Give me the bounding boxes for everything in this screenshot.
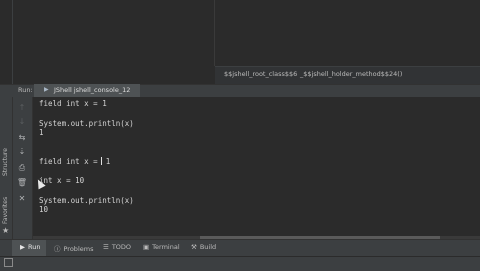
- star-icon: ★: [2, 226, 10, 235]
- breadcrumb-method[interactable]: _$$jshell_holder_method$$24(): [300, 70, 402, 78]
- soft-wrap-icon[interactable]: ⇆: [16, 132, 28, 144]
- close-icon[interactable]: ✕: [16, 193, 28, 205]
- console-line: int x = 10: [39, 176, 85, 185]
- sort-icon[interactable]: ⇣: [16, 146, 28, 158]
- editor-split-divider: [214, 0, 215, 66]
- tab-terminal[interactable]: ▣ Terminal: [143, 243, 180, 251]
- console-line: 10: [39, 205, 49, 214]
- list-icon: ☰: [103, 243, 109, 251]
- breadcrumb-separator: ›: [295, 70, 298, 78]
- console-icon: ▶: [44, 86, 49, 93]
- print-icon[interactable]: ⎙: [16, 162, 28, 174]
- status-bar: [0, 256, 480, 271]
- arrow-down-icon[interactable]: ↓: [16, 116, 28, 128]
- tab-todo-label: TODO: [111, 243, 132, 251]
- tab-problems[interactable]: ⓘ Problems: [54, 243, 93, 253]
- arrow-up-icon[interactable]: ↑: [16, 102, 28, 114]
- tab-jshell-console-label: JShell jshell_console_12: [54, 86, 131, 94]
- terminal-icon: ▣: [143, 243, 150, 251]
- tab-run-label: Run: [28, 243, 41, 251]
- play-icon: ▶: [20, 243, 25, 251]
- run-label: Run:: [18, 86, 33, 94]
- side-tab-structure[interactable]: Structure: [2, 148, 9, 176]
- console-line: System.out.println(x): [39, 196, 134, 205]
- side-tab-favorites[interactable]: Favorites: [2, 197, 9, 224]
- editor-gutter-divider: [12, 0, 13, 84]
- input-before-caret: field int x =: [39, 157, 103, 166]
- tab-run[interactable]: ▶ Run: [20, 243, 40, 251]
- breadcrumb-class[interactable]: $$jshell_root_class$$6: [224, 70, 297, 78]
- tab-problems-label: Problems: [63, 245, 94, 253]
- console-line: 1: [39, 128, 44, 137]
- tab-todo[interactable]: ☰ TODO: [103, 243, 131, 251]
- info-icon: ⓘ: [54, 245, 61, 253]
- tab-terminal-label: Terminal: [152, 243, 180, 251]
- console-line: field int x = 1: [39, 99, 107, 108]
- trash-icon[interactable]: 🗑: [16, 177, 28, 189]
- tab-build[interactable]: ⚒ Build: [191, 243, 216, 251]
- hammer-icon: ⚒: [191, 243, 197, 251]
- input-after-caret: 1: [101, 157, 111, 166]
- tab-build-label: Build: [199, 243, 217, 251]
- console-input-line[interactable]: field int x = 1: [39, 157, 110, 166]
- console-line: System.out.println(x): [39, 119, 134, 128]
- status-window-icon[interactable]: [4, 258, 13, 267]
